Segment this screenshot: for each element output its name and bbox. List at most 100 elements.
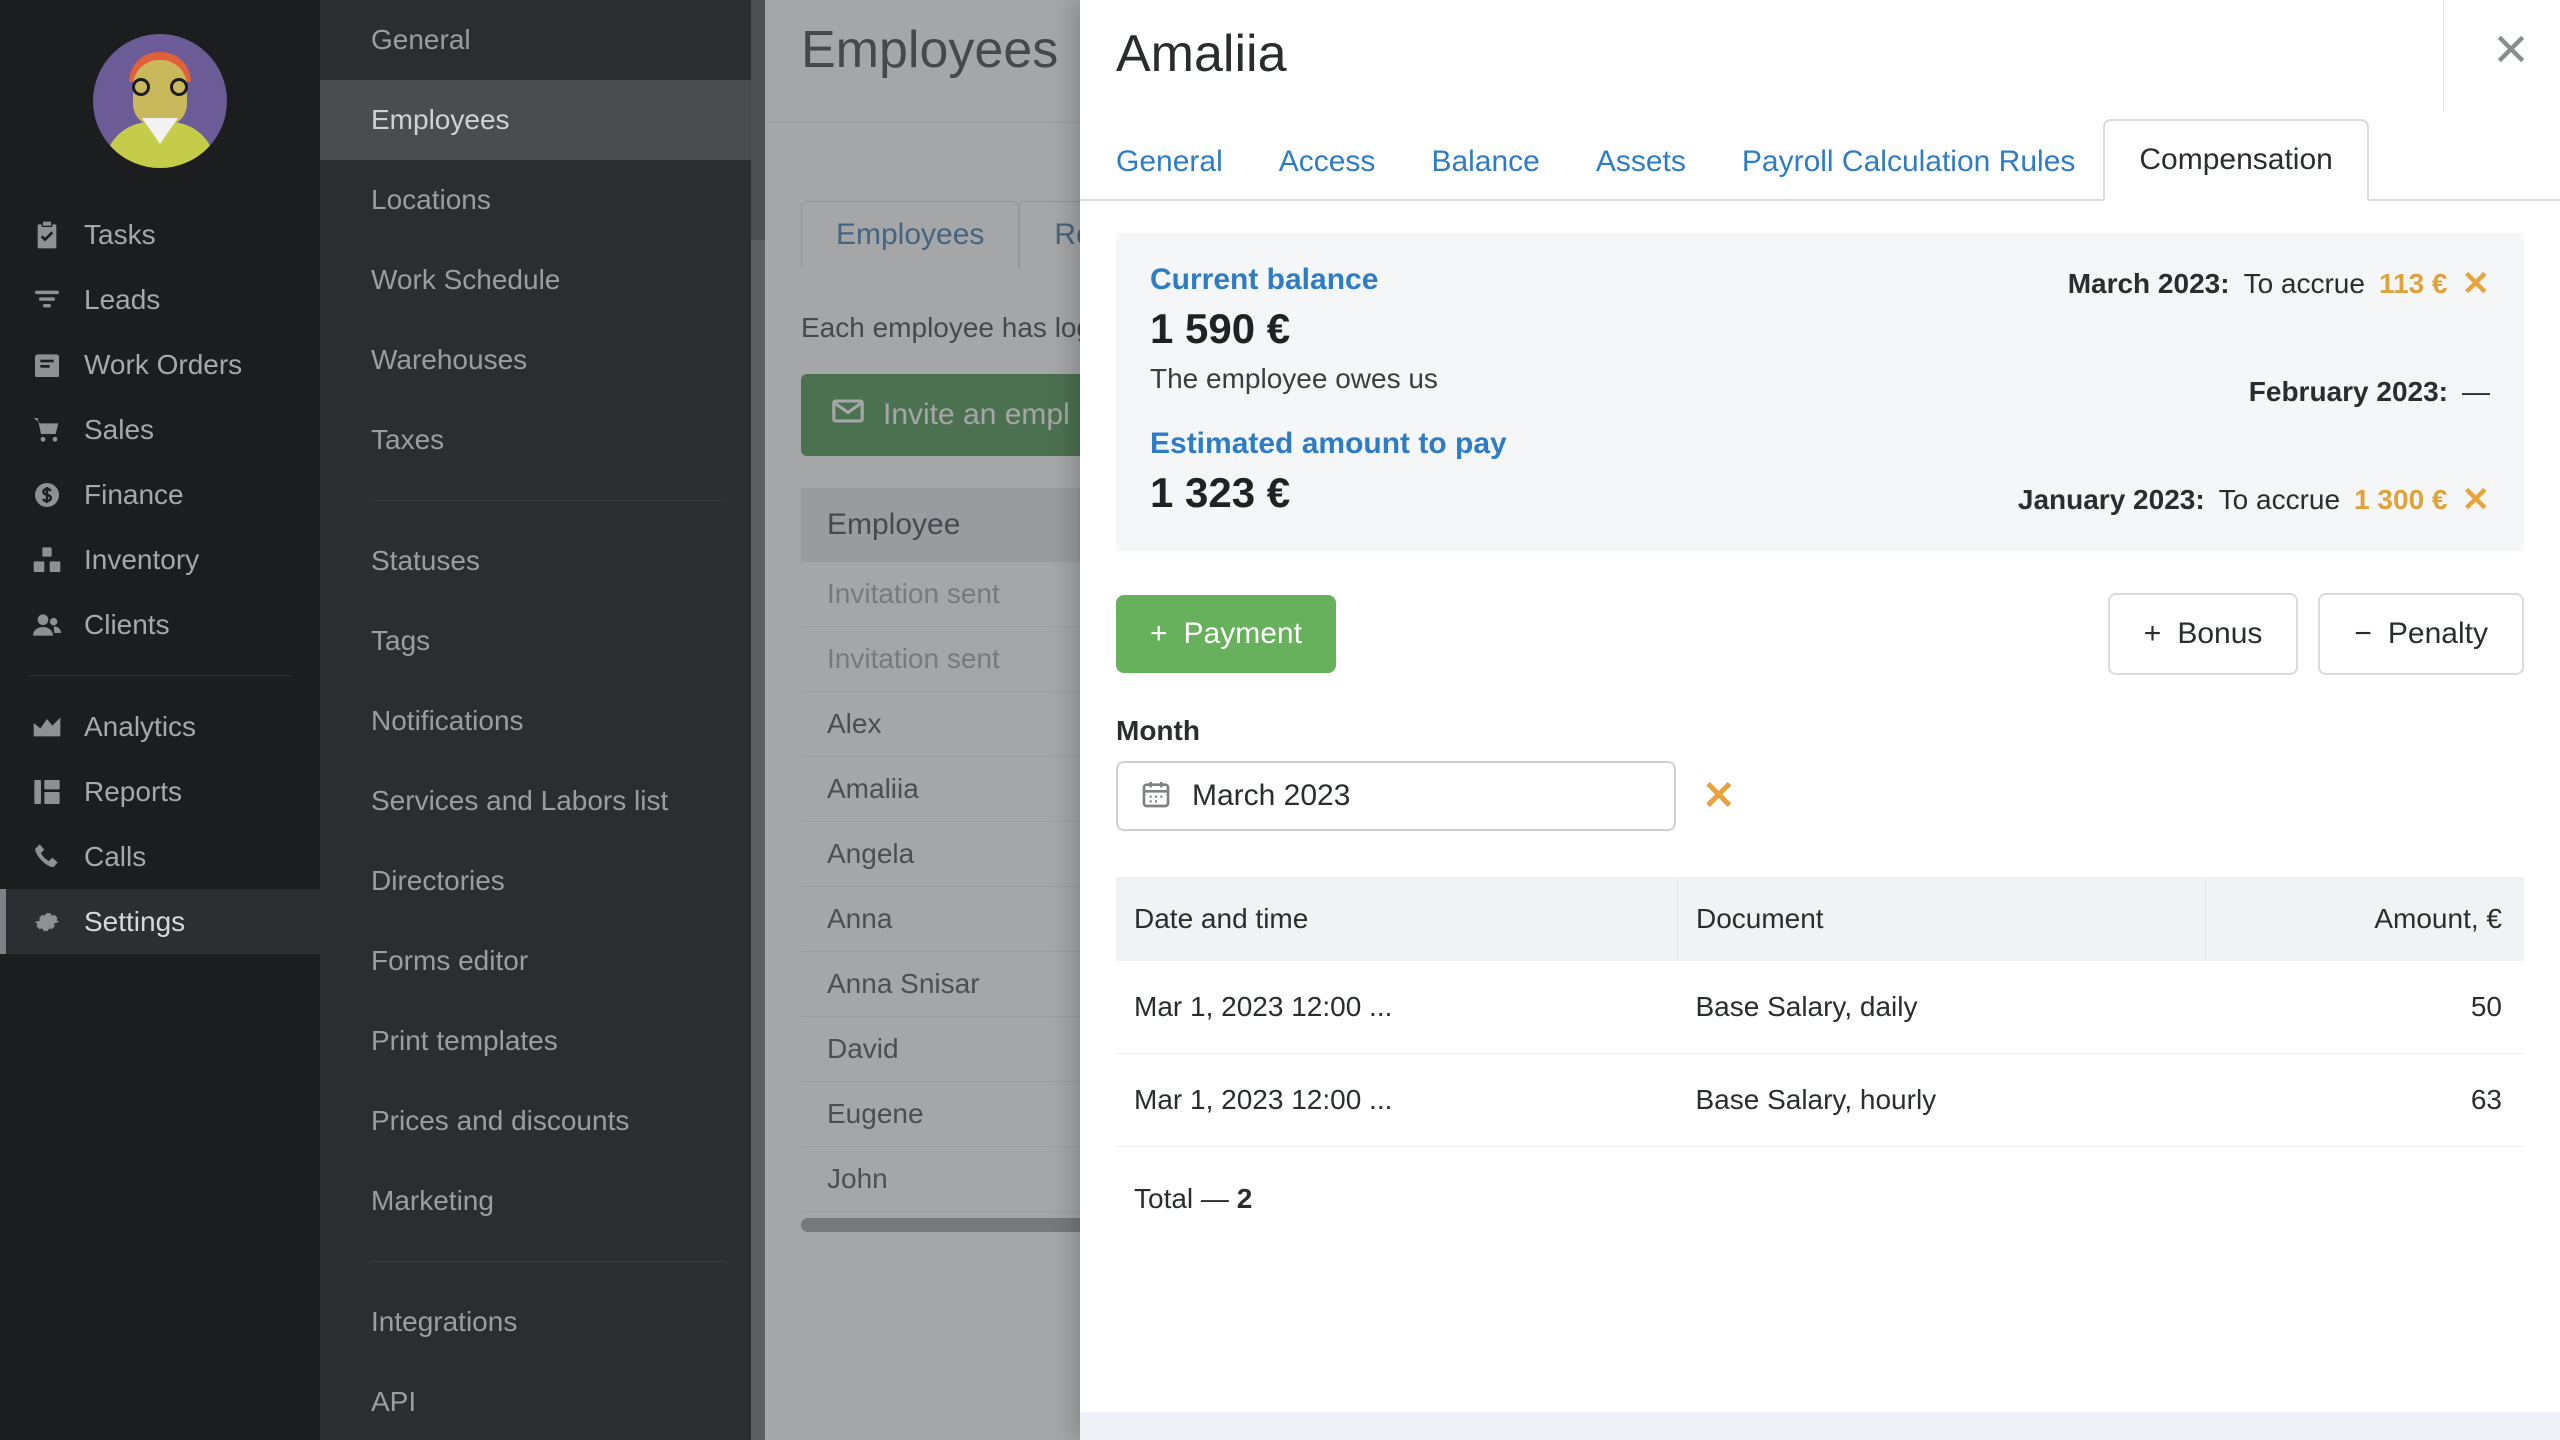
settings-item-work-schedule[interactable]: Work Schedule [320, 240, 765, 320]
compensation-table-header-row: Date and time Document Amount, € [1116, 877, 2524, 961]
column-header[interactable]: Date and time [1116, 877, 1678, 961]
sidebar-item-label: Reports [84, 775, 183, 807]
accrual-month: February 2023: [2248, 376, 2448, 407]
avatar-collar [142, 118, 178, 144]
settings-item-warehouses[interactable]: Warehouses [320, 320, 765, 400]
boxes-icon [30, 543, 64, 577]
settings-item-notifications[interactable]: Notifications [320, 681, 765, 761]
settings-item-employees[interactable]: Employees [320, 80, 765, 160]
cell-amount: 63 [2205, 1053, 2524, 1147]
compensation-total: Total — 2 [1134, 1183, 2560, 1215]
accrual-text: To accrue [2218, 484, 2341, 515]
sidebar-item-inventory[interactable]: Inventory [0, 527, 320, 592]
total-label: Total — [1134, 1183, 1229, 1214]
cell-amount: 50 [2205, 961, 2524, 1054]
accrual-month: March 2023: [2067, 268, 2230, 299]
current-balance-label: Current balance [1150, 263, 1379, 296]
cell-document: Base Salary, hourly [1677, 1053, 2206, 1147]
sidebar-item-label: Settings [84, 905, 186, 937]
sidebar-divider [30, 675, 290, 676]
tab-general[interactable]: General [1116, 145, 1251, 199]
current-balance-note: The employee owes us [1150, 363, 1438, 394]
modal-footer [1080, 1412, 2560, 1440]
cart-icon [30, 413, 64, 447]
avatar[interactable] [93, 34, 227, 168]
sidebar-item-sales[interactable]: Sales [0, 397, 320, 462]
current-balance-amount: 1 590 € [1150, 305, 1291, 352]
sidebar-item-analytics[interactable]: Analytics [0, 694, 320, 759]
settings-item-statuses[interactable]: Statuses [320, 521, 765, 601]
accrual-month: January 2023: [2017, 484, 2205, 515]
payment-button-label: Payment [1183, 617, 1302, 650]
settings-item-taxes[interactable]: Taxes [320, 400, 765, 480]
cell-date: Mar 1, 2023 12:00 ... [1116, 961, 1678, 1054]
action-buttons-row: + Payment + Bonus − Penalty [1116, 593, 2524, 675]
close-icon[interactable] [2484, 22, 2538, 76]
column-header[interactable]: Document [1677, 877, 2206, 961]
month-input[interactable]: March 2023 [1116, 761, 1676, 831]
sidebar-item-clients[interactable]: Clients [0, 592, 320, 657]
payment-button[interactable]: + Payment [1116, 595, 1336, 673]
settings-item-integrations[interactable]: Integrations [320, 1282, 765, 1362]
settings-item-marketing[interactable]: Marketing [320, 1161, 765, 1241]
dollar-circle-icon [30, 478, 64, 512]
month-input-value: March 2023 [1192, 779, 1351, 812]
accrual-amount: 113 € [2378, 268, 2448, 299]
avatar-glasses-icon [132, 78, 188, 96]
sidebar-item-label: Sales [84, 413, 155, 445]
compensation-table-body: Mar 1, 2023 12:00 ... Base Salary, daily 5… [1116, 961, 2524, 1147]
clipboard-check-icon [30, 218, 64, 252]
tab-compensation[interactable]: Compensation [2103, 119, 2369, 201]
tab-balance[interactable]: Balance [1403, 145, 1567, 199]
settings-item-services-and-labors-list[interactable]: Services and Labors list [320, 761, 765, 841]
settings-item-api[interactable]: API [320, 1362, 765, 1440]
settings-item-general[interactable]: General [320, 0, 765, 80]
gear-icon [30, 905, 64, 939]
sidebar-item-settings[interactable]: Settings [0, 889, 320, 954]
penalty-button-label: Penalty [2387, 617, 2488, 650]
sidebar-item-reports[interactable]: Reports [0, 759, 320, 824]
sidebar-item-label: Inventory [84, 543, 200, 575]
settings-item-tags[interactable]: Tags [320, 601, 765, 681]
tab-payroll-calculation-rules[interactable]: Payroll Calculation Rules [1714, 145, 2104, 199]
accrual-dash: — [2462, 376, 2490, 407]
employee-detail-modal: Amaliia General Access Balance Assets Payrol… [1080, 0, 2560, 1440]
people-icon [30, 608, 64, 642]
penalty-button[interactable]: − Penalty [2318, 593, 2524, 675]
tab-access[interactable]: Access [1251, 145, 1404, 199]
accrual-clear-icon[interactable]: ✕ [2462, 267, 2491, 301]
submenu-scrollbar-track[interactable] [751, 0, 765, 1440]
primary-nav-list: Tasks Leads Work Orders Sales Finance Invento… [0, 202, 320, 954]
estimated-amount-value: 1 323 € [1150, 469, 1291, 516]
table-row[interactable]: Mar 1, 2023 12:00 ... Base Salary, hourly… [1116, 1053, 2524, 1147]
accrual-amount: 1 300 € [2354, 484, 2448, 515]
sidebar-item-finance[interactable]: Finance [0, 462, 320, 527]
cell-document: Base Salary, daily [1677, 961, 2206, 1054]
settings-item-prices-and-discounts[interactable]: Prices and discounts [320, 1081, 765, 1161]
column-header[interactable]: Amount, € [2205, 877, 2524, 961]
settings-item-locations[interactable]: Locations [320, 160, 765, 240]
compensation-table: Date and time Document Amount, € Mar 1, 20… [1116, 877, 2524, 1147]
clear-x-icon[interactable]: ✕ [1702, 776, 1736, 816]
sidebar-item-tasks[interactable]: Tasks [0, 202, 320, 267]
sidebar-item-label: Clients [84, 608, 170, 640]
sidebar-item-label: Finance [84, 478, 184, 510]
bonus-penalty-group: + Bonus − Penalty [2107, 593, 2524, 675]
accrual-clear-icon[interactable]: ✕ [2462, 483, 2491, 517]
settings-divider [371, 500, 725, 501]
balance-summary: Current balance 1 590 € The employee owe… [1150, 263, 1507, 517]
sidebar-item-calls[interactable]: Calls [0, 824, 320, 889]
submenu-scrollbar-thumb[interactable] [751, 240, 765, 1440]
accruals-list: March 2023: To accrue 113 € ✕ February 2023:… [2018, 263, 2490, 517]
sidebar-item-leads[interactable]: Leads [0, 267, 320, 332]
tab-assets[interactable]: Assets [1568, 145, 1714, 199]
settings-item-print-templates[interactable]: Print templates [320, 1001, 765, 1081]
accrual-text: To accrue [2243, 268, 2365, 299]
sidebar-item-work-orders[interactable]: Work Orders [0, 332, 320, 397]
table-row[interactable]: Mar 1, 2023 12:00 ... Base Salary, daily 5… [1116, 961, 2524, 1054]
settings-item-directories[interactable]: Directories [320, 841, 765, 921]
minus-icon: − [2354, 617, 2372, 650]
settings-item-forms-editor[interactable]: Forms editor [320, 921, 765, 1001]
bonus-button[interactable]: + Bonus [2107, 593, 2299, 675]
estimated-amount-label: Estimated amount to pay [1150, 427, 1507, 460]
